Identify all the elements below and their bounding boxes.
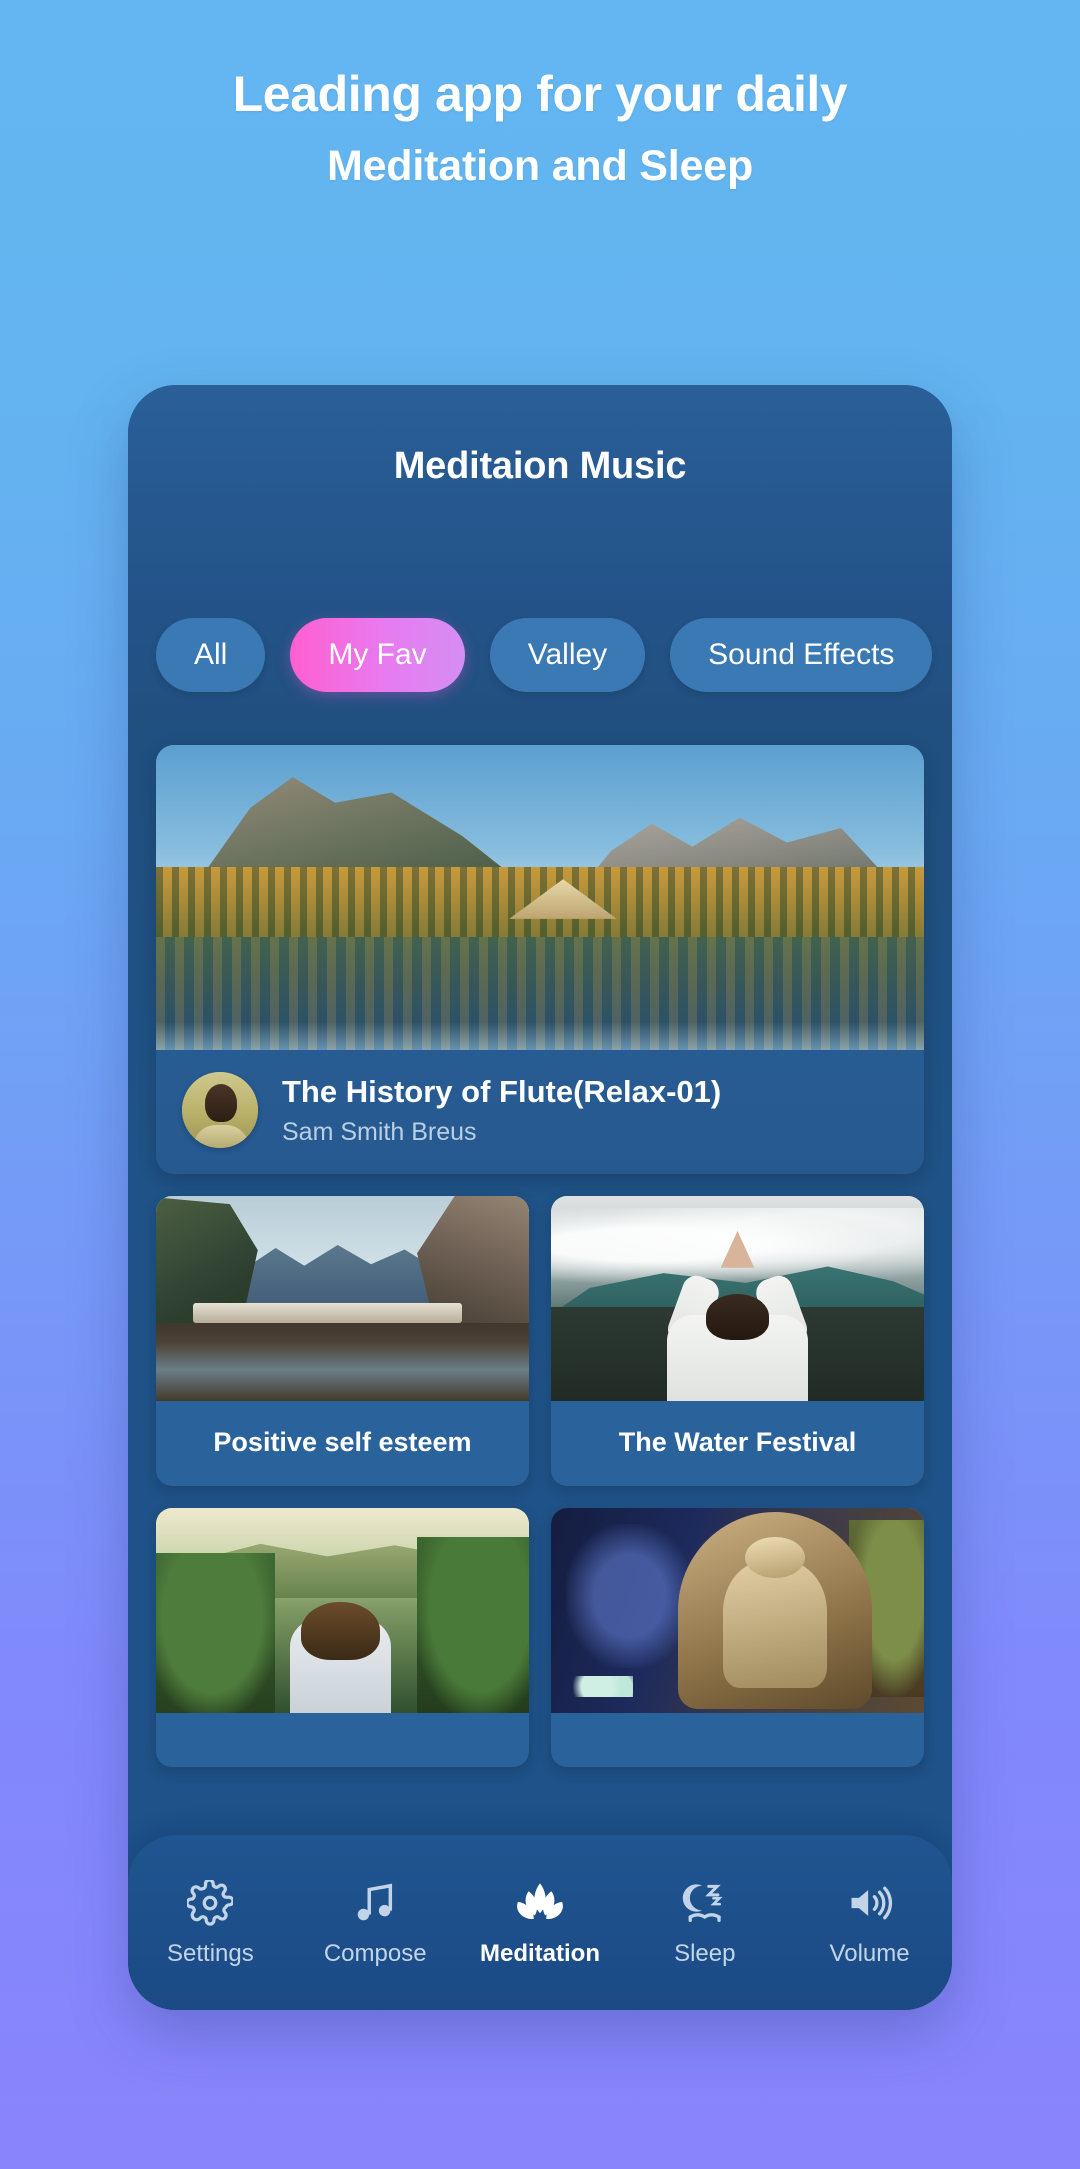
nav-label-volume: Volume (829, 1939, 910, 1967)
woman-overlooking-green-valley-image (156, 1508, 529, 1713)
speaker-icon (846, 1878, 894, 1928)
lotus-icon (515, 1878, 565, 1928)
track-card-valley-view[interactable] (156, 1508, 529, 1767)
track-card-title: The Water Festival (618, 1427, 857, 1457)
hero-heading: Leading app for your daily Meditation an… (0, 0, 1080, 191)
woman-yoga-misty-mountains-image (551, 1196, 924, 1401)
chip-valley[interactable]: Valley (489, 618, 646, 692)
nav-label-settings: Settings (167, 1939, 254, 1967)
chip-all[interactable]: All (156, 618, 266, 692)
nav-item-meditation[interactable]: Meditation (458, 1878, 623, 1968)
featured-track-meta: The History of Flute(Relax-01) Sam Smith… (156, 1050, 924, 1174)
phone-mockup: Meditaion Music All My Fav Valley Sound … (128, 385, 952, 2010)
chip-valley-label: Valley (527, 638, 608, 671)
track-card-title (551, 1713, 924, 1767)
nav-item-volume[interactable]: Volume (787, 1878, 952, 1968)
track-card-the-water-festival[interactable]: The Water Festival (551, 1196, 924, 1486)
nav-item-settings[interactable]: Settings (128, 1878, 293, 1968)
chip-sound-effects[interactable]: Sound Effects (670, 618, 933, 692)
featured-track-artist: Sam Smith Breus (282, 1118, 477, 1147)
track-card-buddha[interactable] (551, 1508, 924, 1767)
track-card-title: Positive self esteem (213, 1427, 472, 1457)
artist-avatar (182, 1072, 258, 1148)
track-card-title (156, 1713, 529, 1767)
bottom-navigation-bar: Settings Compose Meditation Sleep Volume (128, 1835, 952, 2010)
nav-label-compose: Compose (323, 1939, 427, 1967)
hero-heading-line1: Leading app for your daily (232, 66, 848, 122)
chip-my-fav[interactable]: My Fav (290, 618, 465, 692)
track-list: The History of Flute(Relax-01) Sam Smith… (128, 725, 952, 2010)
category-filter-bar[interactable]: All My Fav Valley Sound Effects (128, 585, 952, 725)
track-card-positive-self-esteem[interactable]: Positive self esteem (156, 1196, 529, 1486)
track-grid: Positive self esteem The Water Festival (156, 1196, 924, 1767)
chip-sound-effects-label: Sound Effects (708, 638, 895, 671)
featured-track-card[interactable]: The History of Flute(Relax-01) Sam Smith… (156, 745, 924, 1174)
nav-label-sleep: Sleep (674, 1939, 736, 1967)
nav-label-meditation: Meditation (479, 1939, 600, 1967)
buddha-statue-garden-image (551, 1508, 924, 1713)
chip-my-fav-label: My Fav (328, 638, 427, 671)
gear-icon (187, 1878, 234, 1928)
chip-all-label: All (194, 638, 228, 671)
nav-item-sleep[interactable]: Sleep (622, 1878, 787, 1968)
karst-lagoon-village-image (156, 1196, 529, 1401)
alpine-lake-autumn-forest-image (156, 745, 924, 1050)
moon-sleep-icon (681, 1878, 729, 1928)
featured-track-title: The History of Flute(Relax-01) (282, 1073, 722, 1109)
hero-heading-line2: Meditation and Sleep (326, 142, 754, 190)
music-note-icon (352, 1878, 398, 1928)
app-header: Meditaion Music (128, 385, 952, 585)
app-title: Meditaion Music (393, 445, 687, 487)
nav-item-compose[interactable]: Compose (293, 1878, 458, 1968)
